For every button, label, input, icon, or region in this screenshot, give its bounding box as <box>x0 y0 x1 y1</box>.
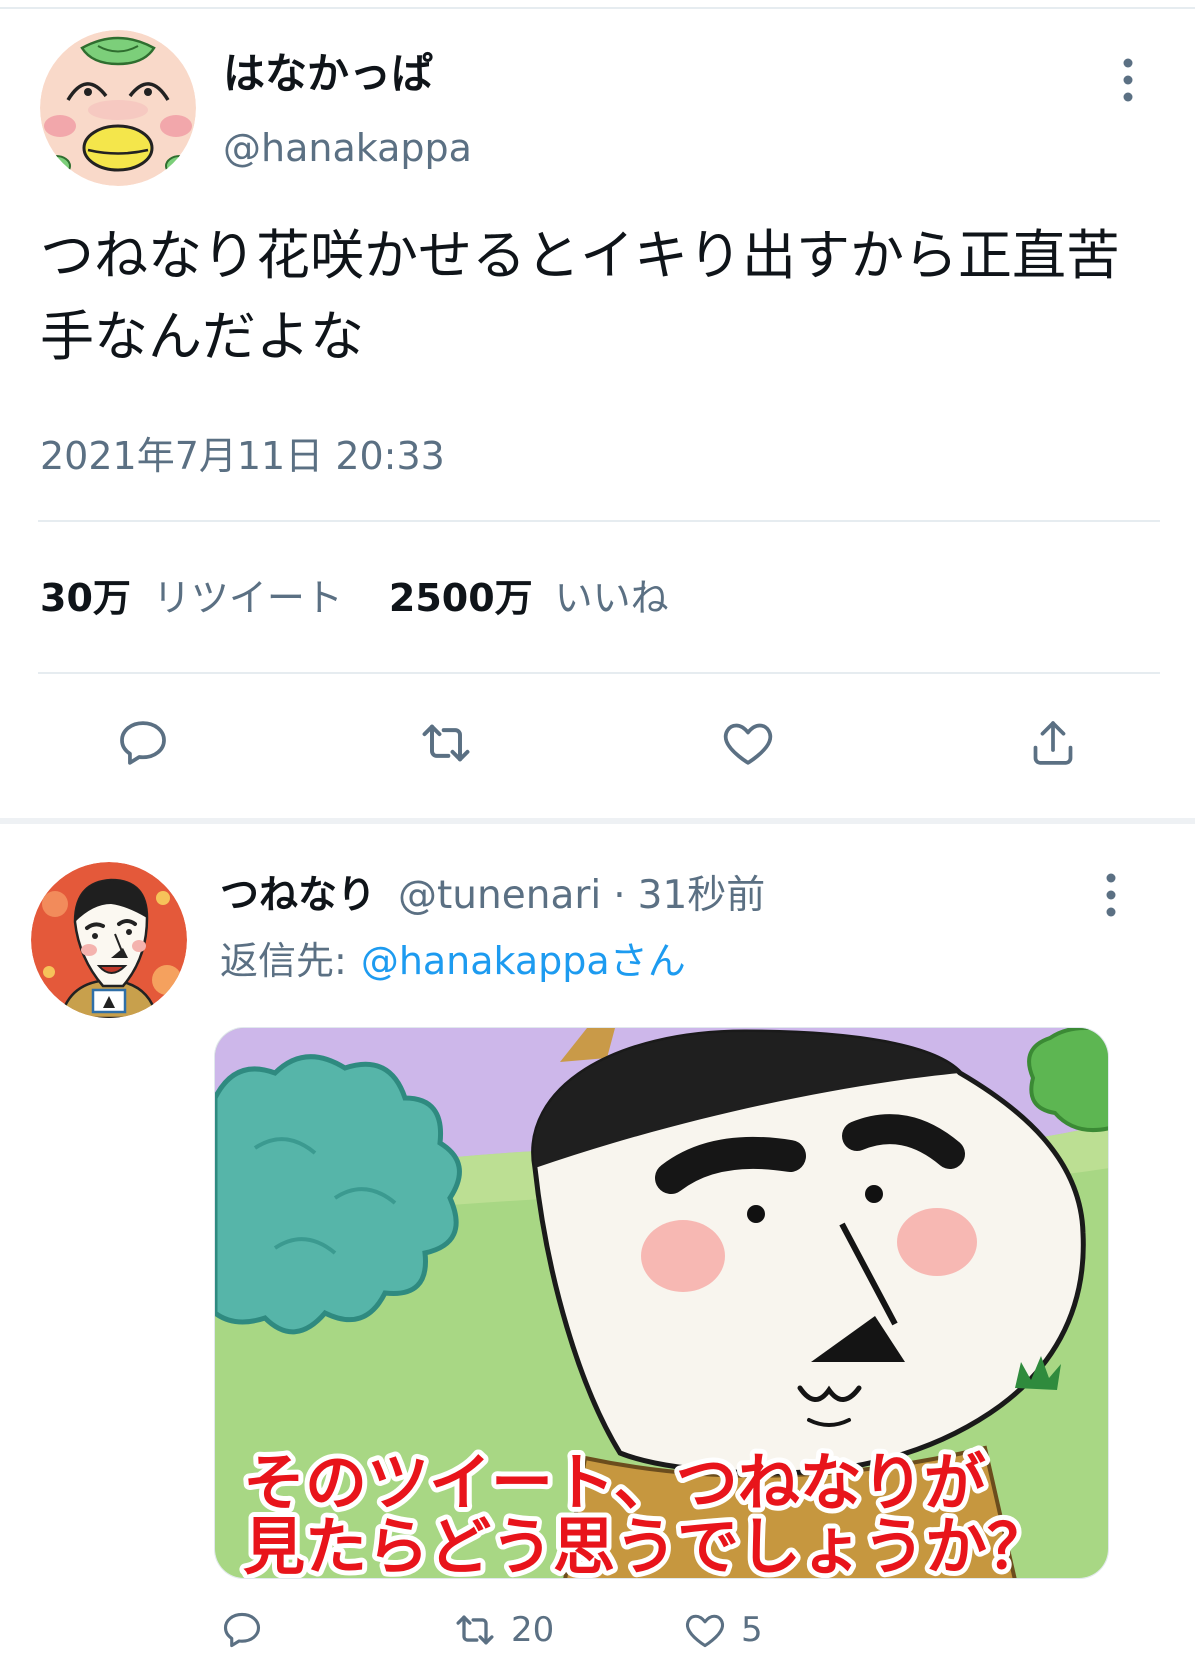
tweet-stats: 30万 リツイート 2500万 いいね <box>40 574 669 622</box>
retweets-count[interactable]: 30万 <box>40 574 131 622</box>
retweet-button[interactable]: 20 <box>453 1608 554 1652</box>
tweet-timestamp[interactable]: 2021年7月11日 20:33 <box>40 432 445 480</box>
retweet-icon <box>456 1615 494 1645</box>
author-name[interactable]: はなかっぱ <box>223 48 433 100</box>
reply-icon <box>120 721 166 765</box>
image-caption-line-2: 見たらどう思うでしょうか？ <box>243 1510 1049 1579</box>
divider <box>38 672 1160 674</box>
retweet-icon <box>422 724 470 762</box>
right-eye <box>865 1185 883 1203</box>
reply-author-handle[interactable]: @tunenari <box>398 872 601 920</box>
left-cheek <box>641 1220 725 1292</box>
image-caption-line-1: そのツイート、つねなりが <box>243 1446 986 1519</box>
like-heart-icon <box>723 723 773 765</box>
character-face <box>531 1029 1086 1476</box>
reply-button[interactable] <box>220 1608 264 1652</box>
replying-to: 返信先: @hanakappaさん <box>220 937 686 985</box>
top-border <box>0 7 1195 9</box>
left-eye <box>747 1205 765 1223</box>
reply-button[interactable] <box>115 715 171 771</box>
like-button[interactable] <box>720 715 776 771</box>
more-dots-icon[interactable] <box>1099 870 1123 920</box>
reply-to-prefix: 返信先: <box>220 939 347 983</box>
section-separator <box>0 818 1195 824</box>
retweet-count: 20 <box>511 1610 555 1650</box>
hanakappa-avatar[interactable] <box>40 30 196 186</box>
reply-image[interactable]: そのツイート、つねなりが 見たらどう思うでしょうか？ <box>214 1027 1109 1579</box>
more-dots-icon[interactable] <box>1116 55 1140 105</box>
right-cheek <box>897 1208 977 1276</box>
author-handle[interactable]: @hanakappa <box>223 124 472 172</box>
share-button[interactable] <box>1025 715 1081 771</box>
reply-icon <box>223 1612 261 1648</box>
tweet-text: つねなり花咲かせるとイキり出すから正直苦手なんだよな <box>40 224 1120 368</box>
tunenari-avatar[interactable] <box>31 862 187 1018</box>
like-heart-icon <box>685 1614 725 1648</box>
separator-dot: · <box>613 873 626 918</box>
like-count: 5 <box>741 1610 763 1650</box>
share-icon <box>1033 721 1073 765</box>
like-button[interactable]: 5 <box>683 1608 763 1652</box>
divider <box>38 520 1160 522</box>
likes-count[interactable]: 2500万 <box>389 574 533 622</box>
reply-header: つねなり @tunenari · 31秒前 <box>220 872 765 920</box>
retweets-label[interactable]: リツイート <box>153 574 343 622</box>
retweet-button[interactable] <box>418 715 474 771</box>
reply-author-name[interactable]: つねなり <box>220 872 376 920</box>
likes-label[interactable]: いいね <box>555 574 669 622</box>
reply-time[interactable]: 31秒前 <box>638 872 766 920</box>
reply-to-handle-link[interactable]: @hanakappaさん <box>361 937 686 985</box>
